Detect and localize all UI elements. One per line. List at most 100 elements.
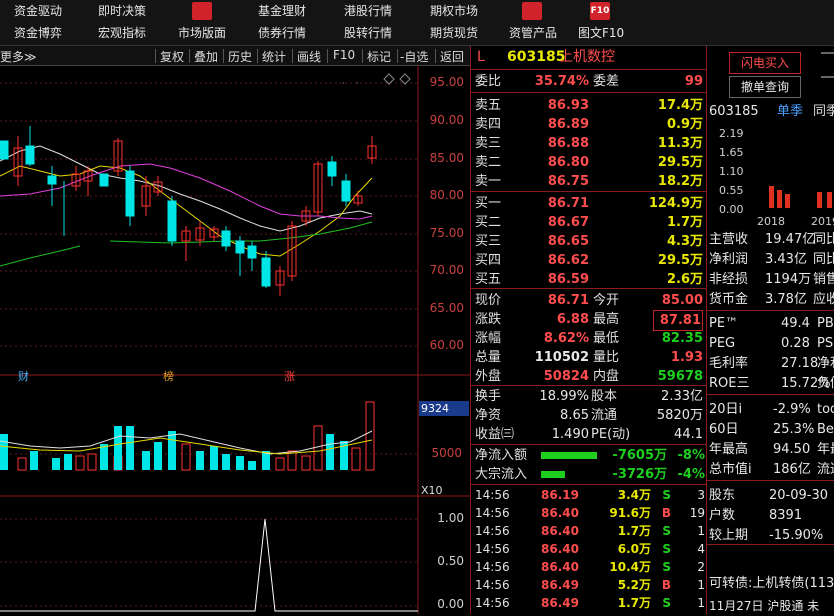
tick-row: 14:56 86.40 1.7万 S 1 xyxy=(475,524,705,538)
event-mark-rise[interactable]: 涨 xyxy=(284,368,295,384)
menu-options[interactable]: 期权市场 xyxy=(430,2,478,19)
volume-axis-label: 5000 xyxy=(431,446,462,460)
chart-toolbar: 更多≫ 复权 叠加 历史 统计 画线 F10 标记 -自选 返回 xyxy=(0,46,470,66)
tick-row: 14:56 86.40 6.0万 S 4 xyxy=(475,542,705,556)
bid-row[interactable]: 买一 86.71 124.9万 xyxy=(473,194,705,213)
chevron-icon: ≫ xyxy=(24,50,37,64)
divider xyxy=(292,49,293,63)
stock-header: L 603185 上机数控 xyxy=(473,48,705,67)
volume-unit: X10 xyxy=(421,484,443,497)
year-label: 2018 xyxy=(757,215,785,226)
price-axis-label: 60.00 xyxy=(429,338,464,352)
indicator-axis-label: 1.00 xyxy=(437,511,464,525)
ask-row[interactable]: 卖一 86.75 18.2万 xyxy=(473,172,705,191)
mark-button[interactable]: 标记 xyxy=(367,48,391,65)
extra-button[interactable] xyxy=(821,52,834,54)
tick-row: 14:56 86.49 5.2万 B 1 xyxy=(475,578,705,592)
price-axis-label: 80.00 xyxy=(429,188,464,202)
f10-icon: F10 xyxy=(590,2,610,20)
fin-row: 净利润 3.43亿 同比 xyxy=(709,252,834,267)
event-mark-finance[interactable]: 财 xyxy=(18,368,29,384)
back-button[interactable]: 返回 xyxy=(440,48,464,65)
draw-line-button[interactable]: 画线 xyxy=(297,48,321,65)
eps-axis-label: 1.10 xyxy=(719,165,744,178)
bid-row[interactable]: 买五 86.59 2.6万 xyxy=(473,270,705,289)
divider xyxy=(327,49,328,63)
cancel-query-button[interactable]: 撤单查询 xyxy=(729,76,801,98)
history-button[interactable]: 历史 xyxy=(228,48,252,65)
ask-row[interactable]: 卖五 86.93 17.4万 xyxy=(473,96,705,115)
bid-row[interactable]: 买四 86.62 29.5万 xyxy=(473,251,705,270)
market-layout-icon xyxy=(192,2,212,20)
f10-code: 603185 xyxy=(709,104,759,119)
menu-f10[interactable]: 图文F10 xyxy=(578,24,624,41)
menu-futures[interactable]: 期货现货 xyxy=(430,24,478,41)
ask-row[interactable]: 卖二 86.80 29.5万 xyxy=(473,153,705,172)
menu-asset-management[interactable]: 资管产品 xyxy=(509,24,557,41)
quote-stat-row: 收益㈢ 1.490 PE(动) 44.1 xyxy=(475,427,703,442)
divider xyxy=(435,49,436,63)
kline-chart[interactable]: · · xyxy=(0,66,470,614)
f10-button[interactable]: F10 xyxy=(333,48,355,62)
tab-same-quarter[interactable]: 同季 xyxy=(813,102,834,122)
extra-button-2[interactable] xyxy=(821,76,834,78)
overlay-button[interactable]: 叠加 xyxy=(194,48,218,65)
tick-row: 14:56 86.40 10.4万 S 2 xyxy=(475,560,705,574)
event-mark-list[interactable]: 榜 xyxy=(163,368,174,384)
asset-management-icon xyxy=(522,2,542,20)
kline-chart-area[interactable]: · · 95.00 90.00 85.00 80.00 75.00 70.00 … xyxy=(0,66,470,614)
svg-text:·: · xyxy=(342,79,345,89)
quote-stat-row: 涨跌 6.88 最高 87.81 xyxy=(473,310,705,331)
menu-bond[interactable]: 债券行情 xyxy=(258,24,306,41)
bid-row[interactable]: 买三 86.65 4.3万 xyxy=(473,232,705,251)
menu-market-layout[interactable]: 市场版面 xyxy=(178,24,226,41)
menu-macro[interactable]: 宏观指标 xyxy=(98,24,146,41)
quote-stat-row: 现价 86.71 今开 85.00 xyxy=(475,293,703,308)
valuation-row: PE™ 49.4 PB xyxy=(709,316,834,331)
menu-fund-driver[interactable]: 资金驱动 xyxy=(14,2,62,19)
eps-axis-label: 0.00 xyxy=(719,203,744,216)
quote-stat-row: 总量 110502 量比 1.93 xyxy=(475,350,703,365)
quote-stat-row: 换手 18.99% 股本 2.33亿 xyxy=(475,389,703,404)
indicator-axis-label: 0.50 xyxy=(437,554,464,568)
tab-single-quarter[interactable]: 单季 xyxy=(777,102,803,122)
menu-fund-game[interactable]: 资金博弈 xyxy=(14,24,62,41)
holders-row: 较上期 -15.90% xyxy=(709,528,824,543)
quote-stat-row: 涨幅 8.62% 最低 82.35 xyxy=(475,331,703,346)
news-line[interactable]: 11月27日 沪股通 未 xyxy=(709,596,834,616)
divider xyxy=(257,49,258,63)
ask-row[interactable]: 卖四 86.89 0.9万 xyxy=(473,115,705,134)
statistics-button[interactable]: 统计 xyxy=(262,48,286,65)
divider xyxy=(223,49,224,63)
tick-row: 14:56 86.40 91.6万 B 19 xyxy=(475,506,705,520)
watchlist-button[interactable]: -自选 xyxy=(400,48,428,65)
convertible-bond-info[interactable]: 可转债:上机转债(113 xyxy=(709,574,834,594)
menu-share-transfer[interactable]: 股转行情 xyxy=(344,24,392,41)
valuation-row: PEG 0.28 PS xyxy=(709,336,834,351)
valuation-row: 毛利率 27.18 净利 xyxy=(709,356,834,371)
price-axis-label: 90.00 xyxy=(429,113,464,127)
divider xyxy=(397,49,398,63)
stock-name: 上机数控 xyxy=(559,49,615,65)
svg-text:·: · xyxy=(356,79,359,89)
capital-flow-row: 净流入额 -7605万 -8% xyxy=(475,448,705,463)
bid-row[interactable]: 买二 86.67 1.7万 xyxy=(473,213,705,232)
restore-rights-button[interactable]: 复权 xyxy=(160,48,184,65)
capital-flow-row: 大宗流入 -3726万 -4% xyxy=(475,467,705,482)
flash-buy-button[interactable]: 闪电买入 xyxy=(729,52,801,74)
price-axis-label: 75.00 xyxy=(429,226,464,240)
ask-row[interactable]: 卖三 86.88 11.3万 xyxy=(473,134,705,153)
fin-row: 货币金 3.78亿 应收 xyxy=(709,292,834,307)
price-axis-label: 70.00 xyxy=(429,263,464,277)
quote-stat-row: 净资 8.65 流通 5820万 xyxy=(475,408,703,423)
valuation-row: ROE三 15.72% 负债 xyxy=(709,376,834,391)
holders-row: 股东 20-09-30 xyxy=(709,488,829,503)
flow-bar xyxy=(541,471,565,478)
menu-fund-finance[interactable]: 基金理财 xyxy=(258,2,306,19)
menu-instant-decision[interactable]: 即时决策 xyxy=(98,2,146,19)
performance-row: 总市值i 186亿 流通 xyxy=(709,462,834,477)
performance-row: 20日i -2.9% today xyxy=(709,402,834,417)
quote-panel: L 603185 上机数控 委比 35.74% 委差 99 卖五 86.93 1… xyxy=(470,46,707,614)
menu-hk-stock[interactable]: 港股行情 xyxy=(344,2,392,19)
more-button[interactable]: 更多≫ xyxy=(0,48,37,65)
